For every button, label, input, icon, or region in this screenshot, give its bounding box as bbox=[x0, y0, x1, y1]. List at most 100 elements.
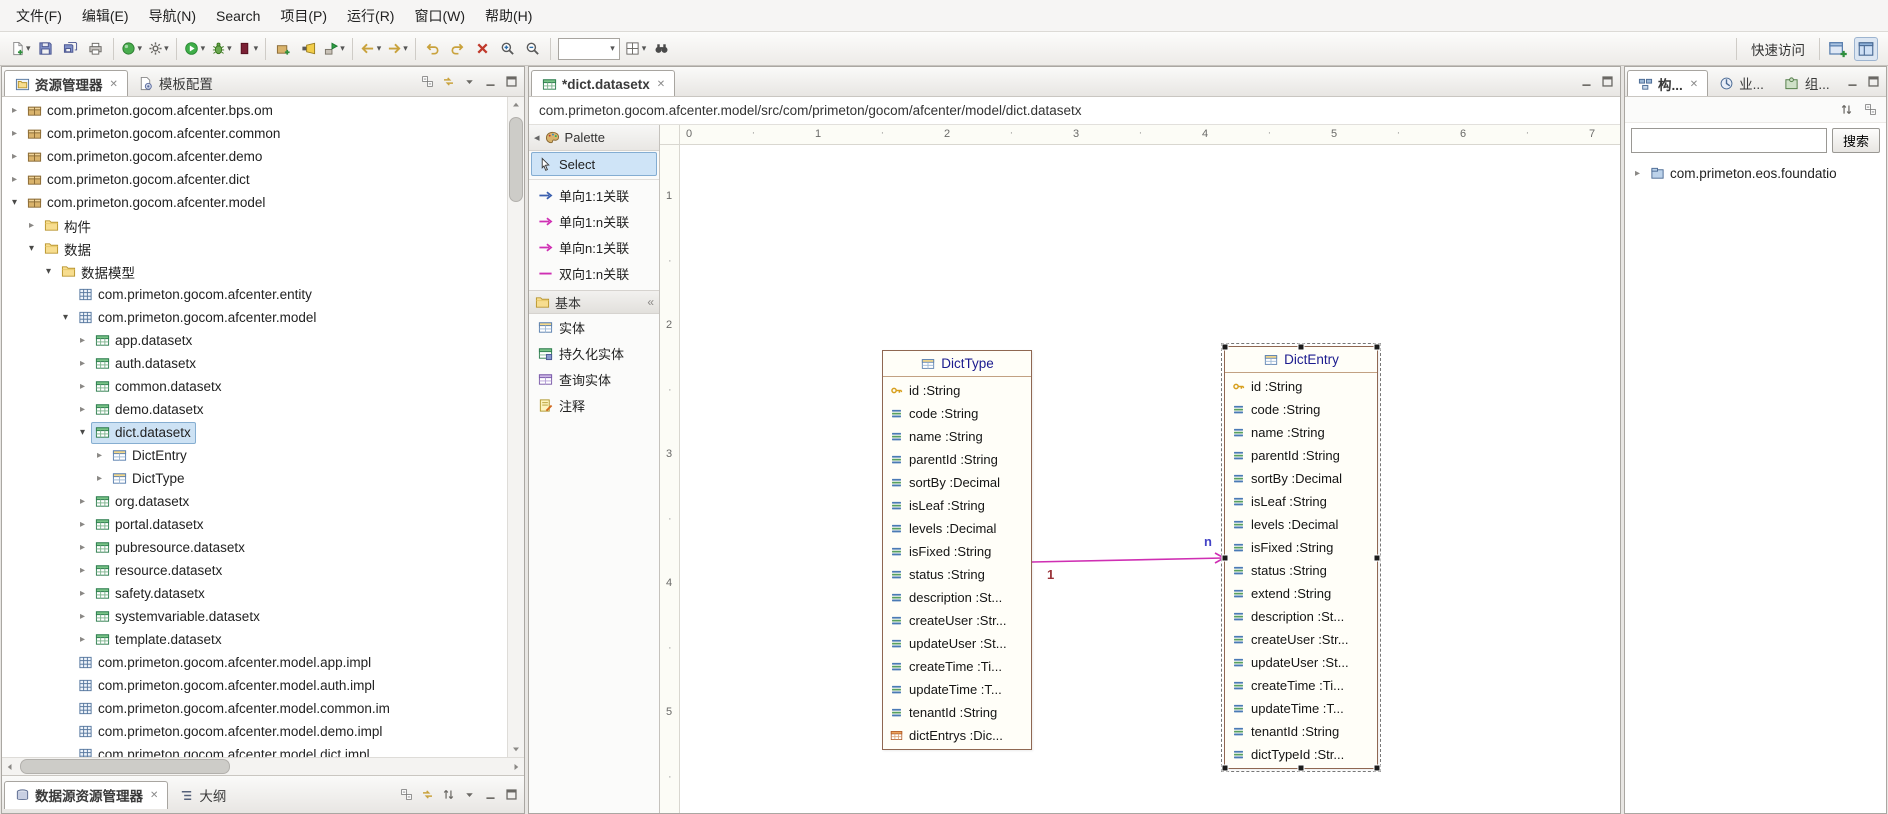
tree-item[interactable]: ▸template.datasetx bbox=[2, 628, 507, 651]
menu-item[interactable]: Search bbox=[206, 3, 270, 29]
entity-attribute[interactable]: dictTypeId :Str... bbox=[1225, 743, 1377, 766]
drawer-pin-icon[interactable]: « bbox=[647, 295, 654, 309]
selection-handle[interactable] bbox=[1222, 765, 1229, 772]
entity-attribute[interactable]: description :St... bbox=[1225, 605, 1377, 628]
palette-tool[interactable]: 注释 bbox=[531, 393, 657, 417]
entity-attribute[interactable]: code :String bbox=[1225, 398, 1377, 421]
forward-button[interactable]: ▾ bbox=[384, 37, 410, 61]
back-button[interactable]: ▾ bbox=[358, 37, 384, 61]
entity-attribute[interactable]: name :String bbox=[1225, 421, 1377, 444]
twisty-icon[interactable]: ▸ bbox=[6, 128, 23, 139]
zoom-in-button[interactable] bbox=[496, 37, 520, 61]
close-icon[interactable]: ✕ bbox=[150, 790, 158, 801]
minimize-icon[interactable] bbox=[1842, 71, 1863, 92]
tree-item[interactable]: ▸resource.datasetx bbox=[2, 559, 507, 582]
entity-attribute[interactable]: tenantId :String bbox=[883, 701, 1031, 724]
tree-item[interactable]: ▸com.primeton.gocom.afcenter.dict bbox=[2, 168, 507, 191]
entity-attribute[interactable]: name :String bbox=[883, 425, 1031, 448]
tree-item[interactable]: ▸portal.datasetx bbox=[2, 513, 507, 536]
view-tab[interactable]: 构...✕ bbox=[1627, 70, 1708, 97]
view-tab[interactable]: 模板配置 bbox=[128, 69, 223, 96]
entity-attribute[interactable]: description :St... bbox=[883, 586, 1031, 609]
search-flashlight-button[interactable] bbox=[296, 37, 320, 61]
grid-layout-button[interactable]: ▾ bbox=[623, 37, 649, 61]
scroll-down-icon[interactable] bbox=[508, 741, 524, 757]
tree-item[interactable]: com.primeton.gocom.afcenter.model.app.im… bbox=[2, 651, 507, 674]
scrollbar-thumb[interactable] bbox=[20, 759, 230, 774]
twisty-icon[interactable]: ▸ bbox=[23, 220, 40, 231]
diagram-canvas[interactable]: DictTypeid :Stringcode :Stringname :Stri… bbox=[680, 145, 1620, 813]
entity-attribute[interactable]: updateUser :St... bbox=[1225, 651, 1377, 674]
close-icon[interactable]: ✕ bbox=[657, 79, 665, 90]
palette-tool[interactable]: 单向n:1关联 bbox=[531, 235, 657, 259]
tree-item[interactable]: ▸com.primeton.eos.foundatio bbox=[1625, 162, 1886, 185]
tree-item[interactable]: ▸com.primeton.gocom.afcenter.bps.om bbox=[2, 99, 507, 122]
entity-attribute[interactable]: parentId :String bbox=[883, 448, 1031, 471]
menu-item[interactable]: 运行(R) bbox=[337, 1, 404, 31]
twisty-icon[interactable]: ▸ bbox=[74, 496, 91, 507]
twisty-icon[interactable]: ▸ bbox=[74, 358, 91, 369]
palette-tool[interactable]: Select bbox=[531, 152, 657, 176]
entity-attribute[interactable]: isFixed :String bbox=[883, 540, 1031, 563]
new-package-button[interactable] bbox=[271, 37, 295, 61]
entity-attribute[interactable]: id :String bbox=[883, 379, 1031, 402]
new-wizard-button[interactable]: ▾ bbox=[7, 37, 33, 61]
entity-attribute[interactable]: isLeaf :String bbox=[883, 494, 1031, 517]
twisty-icon[interactable]: ▸ bbox=[74, 381, 91, 392]
entity-attribute[interactable]: createTime :Ti... bbox=[1225, 674, 1377, 697]
twisty-icon[interactable]: ▸ bbox=[6, 151, 23, 162]
external-tools-button[interactable]: ▾ bbox=[321, 37, 347, 61]
view-tab[interactable]: 组... bbox=[1774, 69, 1840, 96]
entity-attribute[interactable]: isFixed :String bbox=[1225, 536, 1377, 559]
twisty-icon[interactable]: ▸ bbox=[74, 634, 91, 645]
tree-item[interactable]: ▸DictType bbox=[2, 467, 507, 490]
twisty-icon[interactable]: ▸ bbox=[74, 519, 91, 530]
tree-item[interactable]: ▸org.datasetx bbox=[2, 490, 507, 513]
debug-button[interactable]: ▾ bbox=[208, 37, 234, 61]
tree-item[interactable]: ▾dict.datasetx bbox=[2, 421, 507, 444]
selection-handle[interactable] bbox=[1374, 554, 1381, 561]
twisty-icon[interactable]: ▾ bbox=[57, 312, 74, 323]
entity-attribute[interactable]: updateTime :T... bbox=[883, 678, 1031, 701]
maximize-icon[interactable] bbox=[501, 784, 522, 805]
twisty-icon[interactable]: ▸ bbox=[74, 611, 91, 622]
palette-tool[interactable]: 实体 bbox=[531, 315, 657, 339]
palette-tool[interactable]: 查询实体 bbox=[531, 367, 657, 391]
editor-tab[interactable]: *dict.datasetx✕ bbox=[531, 70, 675, 97]
menu-item[interactable]: 编辑(E) bbox=[72, 1, 139, 31]
entity-attribute[interactable]: levels :Decimal bbox=[1225, 513, 1377, 536]
collapse-palette-icon[interactable]: ◂ bbox=[534, 131, 540, 144]
link-editor-icon[interactable] bbox=[417, 784, 438, 805]
entity-attribute[interactable]: sortBy :Decimal bbox=[1225, 467, 1377, 490]
selection-handle[interactable] bbox=[1374, 765, 1381, 772]
link-editor-icon[interactable] bbox=[438, 71, 459, 92]
view-tab[interactable]: 资源管理器✕ bbox=[4, 70, 128, 97]
palette-tool[interactable]: 双向1:n关联 bbox=[531, 261, 657, 285]
minimize-icon[interactable] bbox=[1576, 71, 1597, 92]
palette-group[interactable]: 基本« bbox=[529, 290, 659, 314]
twisty-icon[interactable]: ▸ bbox=[1629, 168, 1646, 179]
tree-item[interactable]: com.primeton.gocom.afcenter.model.dict.i… bbox=[2, 743, 507, 757]
twisty-icon[interactable]: ▸ bbox=[91, 473, 108, 484]
tree-item[interactable]: ▸common.datasetx bbox=[2, 375, 507, 398]
horizontal-scrollbar[interactable] bbox=[2, 757, 524, 775]
vertical-ruler[interactable]: 1·2·3·4·5· bbox=[660, 145, 680, 813]
close-icon[interactable]: ✕ bbox=[110, 79, 118, 90]
entity-title[interactable]: DictEntry bbox=[1225, 347, 1377, 373]
tree-item[interactable]: ▸构件 bbox=[2, 214, 507, 237]
connection-target-label[interactable]: n bbox=[1204, 534, 1212, 549]
tree-item[interactable]: ▾数据 bbox=[2, 237, 507, 260]
horizontal-ruler[interactable]: 0·1·2·3·4·5·6·7· bbox=[680, 125, 1620, 145]
maximize-icon[interactable] bbox=[501, 71, 522, 92]
run-server-button[interactable]: ▾ bbox=[119, 37, 145, 61]
tree-item[interactable]: ▾com.primeton.gocom.afcenter.model bbox=[2, 191, 507, 214]
current-perspective-icon[interactable] bbox=[1854, 37, 1878, 61]
tree-item[interactable]: com.primeton.gocom.afcenter.model.auth.i… bbox=[2, 674, 507, 697]
entity-attribute[interactable]: createUser :Str... bbox=[883, 609, 1031, 632]
entity-attribute[interactable]: tenantId :String bbox=[1225, 720, 1377, 743]
view-tab[interactable]: 大纲 bbox=[168, 781, 236, 809]
zoom-out-button[interactable] bbox=[521, 37, 545, 61]
entity-attribute[interactable]: updateTime :T... bbox=[1225, 697, 1377, 720]
save-button[interactable] bbox=[34, 37, 58, 61]
minimize-icon[interactable] bbox=[480, 71, 501, 92]
